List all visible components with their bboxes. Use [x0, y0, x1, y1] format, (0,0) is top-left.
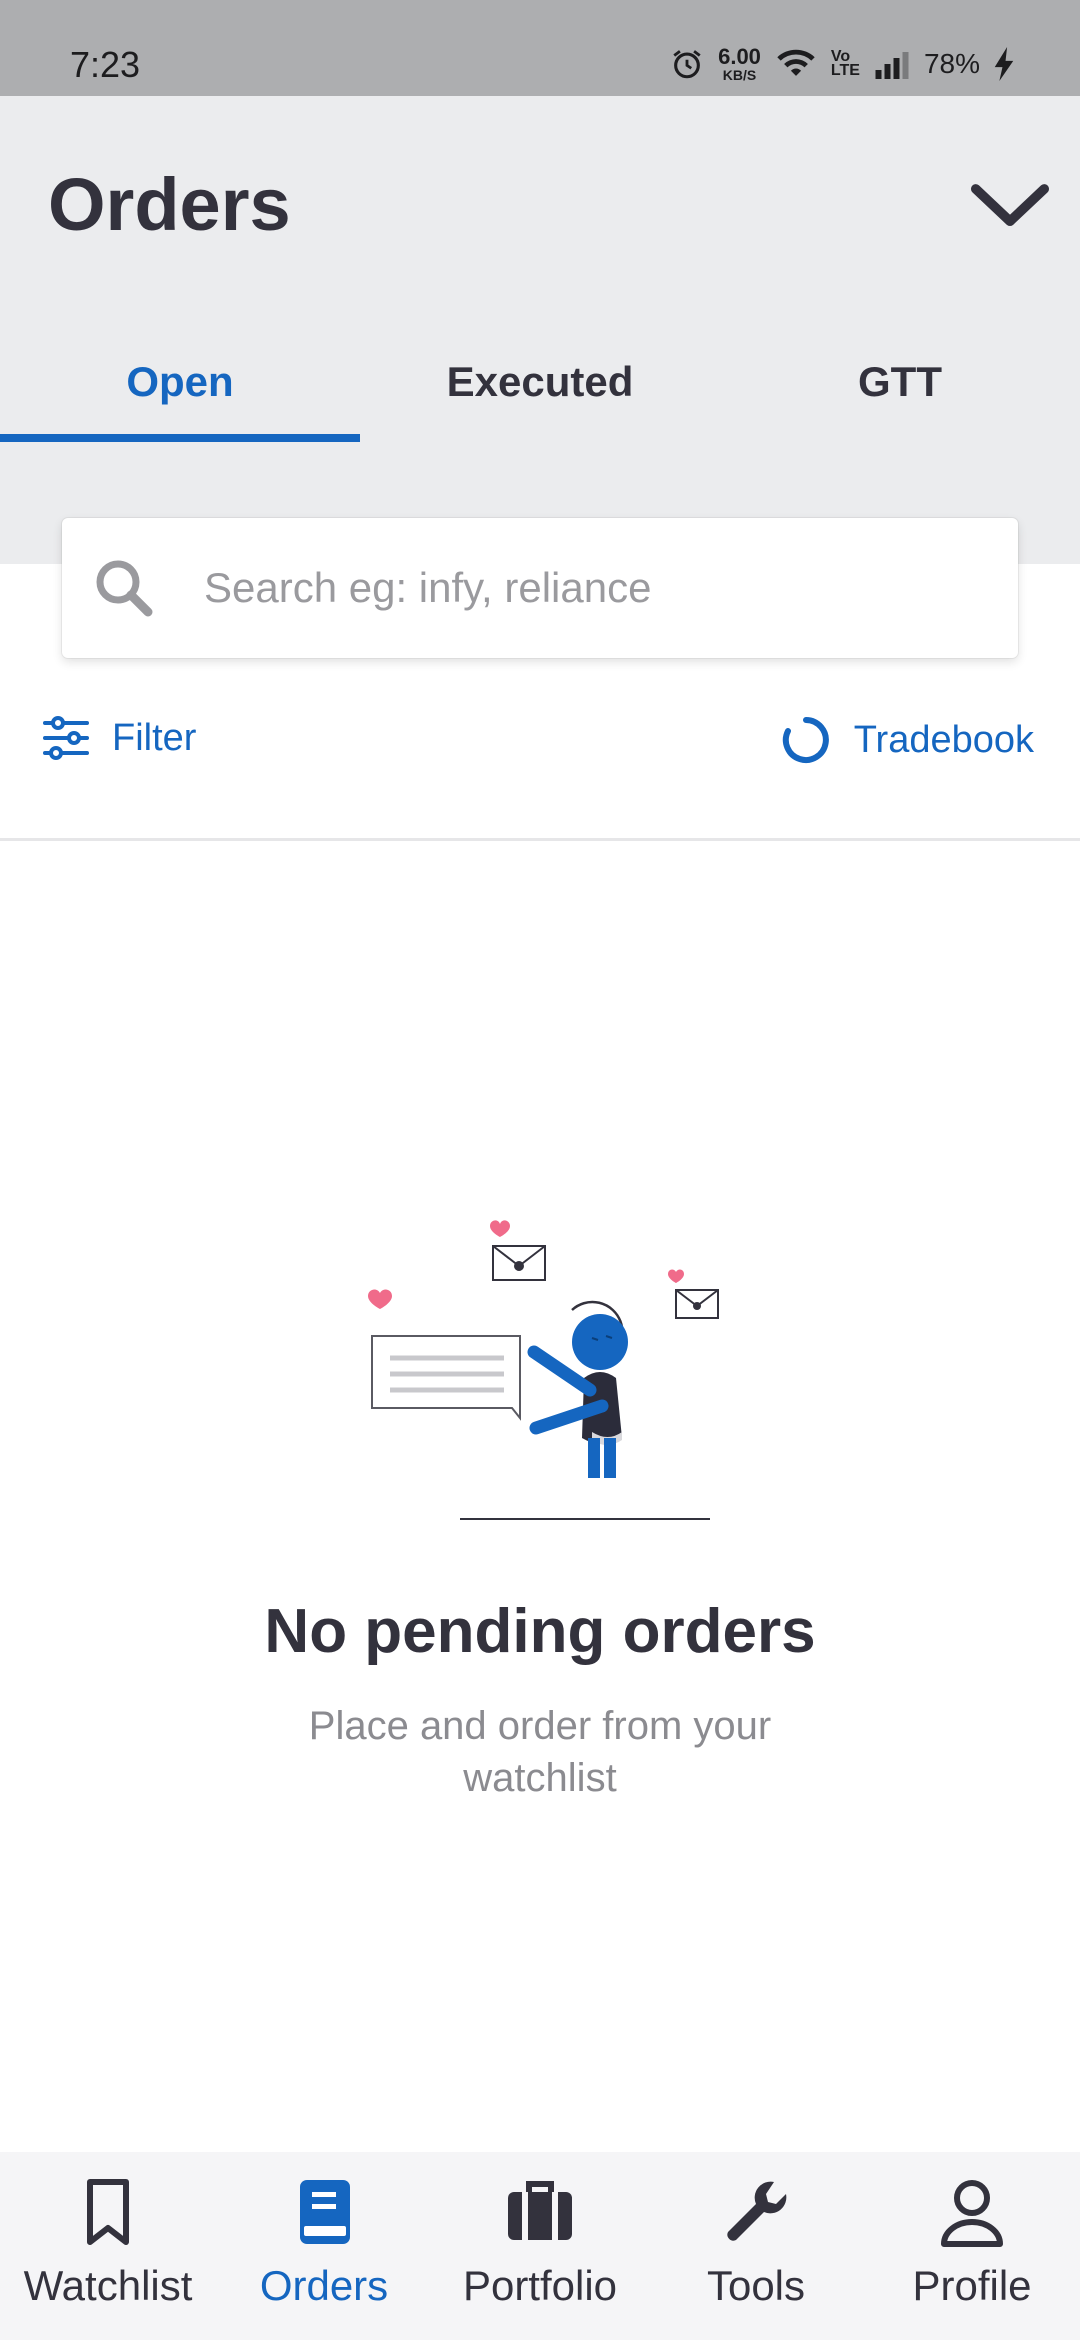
tab-gtt[interactable]: GTT: [720, 336, 1080, 456]
empty-state-subtitle: Place and order from your watchlist: [308, 1704, 772, 1800]
signal-icon: [875, 52, 909, 79]
action-row: Filter Tradebook: [0, 690, 1080, 800]
volte-indicator: Vo LTE: [830, 48, 860, 79]
tab-gtt-label: GTT: [858, 358, 942, 405]
nav-portfolio[interactable]: Portfolio: [432, 2152, 648, 2340]
nav-portfolio-label: Portfolio: [462, 2262, 618, 2309]
battery-level: 78%: [923, 48, 980, 79]
page-title: Orders: [48, 163, 291, 246]
nav-watchlist-label: Watchlist: [23, 2262, 193, 2309]
wifi-icon: [777, 49, 815, 76]
order-tabs: Open Executed GTT: [0, 336, 1080, 456]
nav-profile-label: Profile: [912, 2262, 1032, 2309]
user-icon: [941, 2180, 1003, 2247]
refresh-ring-icon: [782, 717, 829, 763]
filter-label: Filter: [112, 716, 197, 759]
search-input[interactable]: [204, 518, 984, 658]
tab-executed[interactable]: Executed: [360, 336, 720, 456]
nav-orders-label: Orders: [259, 2262, 389, 2309]
nav-profile[interactable]: Profile: [864, 2152, 1080, 2340]
message-card: [371, 1335, 521, 1421]
nav-orders[interactable]: Orders: [216, 2152, 432, 2340]
status-bar: 7:23 6.00 KB/S Vo LTE 78%: [0, 0, 1080, 96]
envelope-icon: [492, 1245, 546, 1281]
tradebook-button[interactable]: Tradebook: [782, 716, 1034, 764]
chevron-down-icon: [970, 184, 1050, 226]
network-speed-unit: KB/S: [722, 67, 757, 83]
wrench-icon: [727, 2181, 787, 2241]
envelope-icon: [675, 1289, 719, 1319]
tab-open[interactable]: Open: [0, 336, 360, 456]
briefcase-icon: [508, 2181, 572, 2240]
charging-bolt-icon: [994, 47, 1014, 81]
nav-tools-label: Tools: [706, 2262, 806, 2309]
network-speed-value: 6.00: [718, 44, 761, 69]
filter-sliders-icon: [43, 716, 89, 760]
search-icon: [96, 560, 153, 617]
status-icons: 6.00 KB/S Vo LTE 78%: [670, 42, 1014, 86]
status-time: 7:23: [70, 44, 141, 85]
alarm-icon: [673, 50, 701, 79]
book-icon: [300, 2180, 350, 2244]
filter-button[interactable]: Filter: [42, 716, 196, 760]
heart-icon: [668, 1269, 684, 1283]
tab-executed-label: Executed: [446, 358, 634, 405]
nav-tools[interactable]: Tools: [648, 2152, 864, 2340]
empty-orders-illustration: [368, 1220, 719, 1520]
bottom-navigation: Watchlist Orders Portfolio Tools Profile: [0, 2152, 1080, 2340]
network-speed: 6.00 KB/S: [718, 44, 761, 83]
volte-bottom: LTE: [830, 62, 860, 79]
search-box[interactable]: [62, 518, 1018, 658]
heart-icon: [368, 1289, 392, 1309]
bookmark-icon: [87, 2179, 129, 2245]
orders-header: Orders Open Executed GTT: [0, 96, 1080, 564]
tradebook-label: Tradebook: [853, 718, 1034, 761]
tab-open-label: Open: [126, 358, 234, 405]
collapse-button[interactable]: [970, 176, 1050, 236]
empty-state-title: No pending orders: [264, 1597, 816, 1666]
section-divider: [0, 838, 1080, 841]
heart-icon: [490, 1220, 510, 1237]
person-figure: [527, 1300, 628, 1478]
nav-watchlist[interactable]: Watchlist: [0, 2152, 216, 2340]
